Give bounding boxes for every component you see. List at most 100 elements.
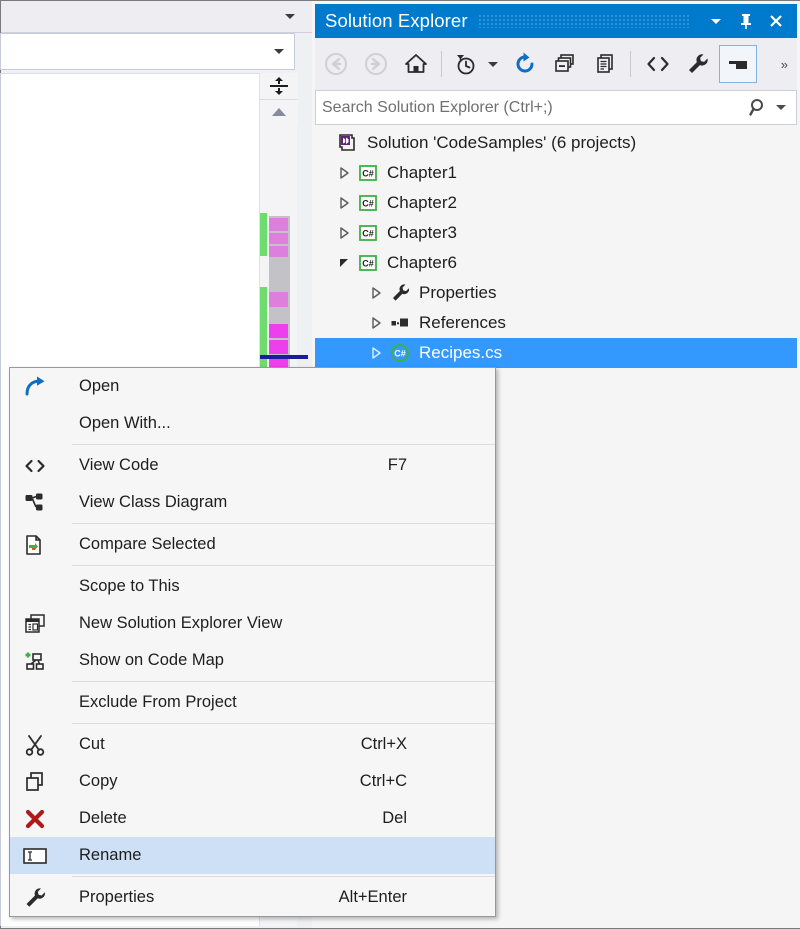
menu-item-exclude-from-project[interactable]: Exclude From Project <box>10 684 495 721</box>
tree-item-solution[interactable]: Solution 'CodeSamples' (6 projects) <box>315 128 797 158</box>
expander-collapsed-icon[interactable] <box>333 188 355 218</box>
menu-item-label: Delete <box>79 809 127 827</box>
menu-item-label: Copy <box>79 772 118 790</box>
svg-text:C#: C# <box>362 229 374 239</box>
menu-item-label: Open <box>79 377 120 395</box>
toolbar-overflow-button[interactable]: » <box>781 57 789 72</box>
panel-dropdown-button[interactable] <box>701 4 731 38</box>
menu-item-show-on-code-map[interactable]: Show on Code Map <box>10 642 495 679</box>
search-magnifier-button[interactable] <box>748 97 776 119</box>
menu-separator <box>72 876 495 877</box>
editor-tab-dropdown-icon[interactable] <box>285 14 295 19</box>
tree-item-properties[interactable]: Properties <box>315 278 797 308</box>
menu-item-new-solution-explorer-view[interactable]: New Solution Explorer View <box>10 605 495 642</box>
csharp-project-icon: C# <box>355 218 381 248</box>
change-marker-green <box>260 213 267 256</box>
tree-item-label: Chapter3 <box>387 223 457 242</box>
csharp-project-icon: C# <box>355 188 381 218</box>
menu-item-delete[interactable]: Delete Del <box>10 800 495 837</box>
split-icon <box>270 77 288 95</box>
menu-item-properties[interactable]: Properties Alt+Enter <box>10 879 495 916</box>
no-icon <box>10 405 60 442</box>
tree-item-references[interactable]: References <box>315 308 797 338</box>
back-button[interactable] <box>317 45 355 83</box>
menu-item-view-code[interactable]: View Code F7 <box>10 447 495 484</box>
expander-expanded-icon[interactable] <box>333 248 355 278</box>
menu-item-scope-to-this[interactable]: Scope to This <box>10 568 495 605</box>
expander-collapsed-icon[interactable] <box>365 338 387 368</box>
no-icon <box>10 684 60 721</box>
menu-separator <box>72 565 495 566</box>
close-button[interactable] <box>761 4 791 38</box>
tree-item-chapter1[interactable]: C# Chapter1 <box>315 158 797 188</box>
copy-icon <box>10 763 60 800</box>
pin-icon <box>741 14 751 29</box>
references-icon <box>387 308 413 338</box>
svg-text:C#: C# <box>362 199 374 209</box>
expander-collapsed-icon[interactable] <box>333 218 355 248</box>
preview-selected-items-button[interactable] <box>719 45 757 83</box>
solution-explorer-toolbar: » <box>315 38 797 90</box>
clock-filter-icon <box>457 55 475 75</box>
close-icon <box>770 15 782 27</box>
caret-position-marker <box>260 355 308 359</box>
pin-button[interactable] <box>731 4 761 38</box>
context-menu: Open Open With... View Code F7 View Clas… <box>9 367 496 917</box>
compare-icon <box>10 526 60 563</box>
menu-item-label: Open With... <box>79 414 171 432</box>
scroll-up-button[interactable] <box>260 100 298 124</box>
home-button[interactable] <box>397 45 435 83</box>
drag-grip[interactable] <box>477 14 691 28</box>
menu-item-open-with[interactable]: Open With... <box>10 405 495 442</box>
show-all-files-icon <box>597 54 613 73</box>
pending-changes-dropdown[interactable] <box>482 45 504 83</box>
menu-item-cut[interactable]: Cut Ctrl+X <box>10 726 495 763</box>
chevron-down-icon <box>711 19 721 24</box>
find-marker <box>269 246 288 257</box>
view-code-button[interactable] <box>639 45 677 83</box>
menu-item-rename[interactable]: Rename <box>10 837 495 874</box>
search-options-dropdown[interactable] <box>776 105 796 110</box>
menu-item-shortcut: Alt+Enter <box>338 888 407 906</box>
menu-item-label: Cut <box>79 735 105 753</box>
menu-item-copy[interactable]: Copy Ctrl+C <box>10 763 495 800</box>
tree-item-chapter2[interactable]: C# Chapter2 <box>315 188 797 218</box>
find-marker <box>269 340 288 354</box>
menu-item-view-class-diagram[interactable]: View Class Diagram <box>10 484 495 521</box>
tree-item-recipes-cs[interactable]: C# Recipes.cs <box>315 338 797 368</box>
refresh-button[interactable] <box>506 45 544 83</box>
tree-item-label: Chapter1 <box>387 163 457 182</box>
tree-item-label: Properties <box>419 283 497 302</box>
pending-changes-button[interactable] <box>450 45 480 83</box>
split-view-button[interactable] <box>260 73 298 100</box>
properties-button[interactable] <box>679 45 717 83</box>
tree-item-label: Chapter2 <box>387 193 457 212</box>
expander-collapsed-icon[interactable] <box>365 308 387 338</box>
menu-item-label: New Solution Explorer View <box>79 614 283 632</box>
editor-navigation-dropdown[interactable] <box>0 33 295 70</box>
menu-item-open[interactable]: Open <box>10 368 495 405</box>
expander-collapsed-icon[interactable] <box>333 158 355 188</box>
csharp-file-icon: C# <box>387 338 413 368</box>
refresh-icon <box>516 52 534 73</box>
expander-collapsed-icon[interactable] <box>365 278 387 308</box>
tree-item-chapter6[interactable]: C# Chapter6 <box>315 248 797 278</box>
code-map-icon <box>10 642 60 679</box>
menu-item-label: View Code <box>79 456 159 474</box>
menu-item-compare-selected[interactable]: Compare Selected <box>10 526 495 563</box>
delete-x-icon <box>10 800 60 837</box>
show-all-files-button[interactable] <box>586 45 624 83</box>
menu-item-label: Scope to This <box>79 577 180 595</box>
back-arrow-icon <box>325 53 347 75</box>
forward-button[interactable] <box>357 45 395 83</box>
search-box[interactable] <box>315 90 797 125</box>
scissors-icon <box>10 726 60 763</box>
magnifier-icon <box>749 98 763 116</box>
tree-item-label: References <box>419 313 506 332</box>
search-input[interactable] <box>316 98 748 117</box>
svg-text:C#: C# <box>362 169 374 179</box>
tree-item-label: Recipes.cs <box>419 343 503 362</box>
tree-item-chapter3[interactable]: C# Chapter3 <box>315 218 797 248</box>
collapse-all-button[interactable] <box>546 45 584 83</box>
solution-explorer-titlebar: Solution Explorer <box>315 4 797 38</box>
